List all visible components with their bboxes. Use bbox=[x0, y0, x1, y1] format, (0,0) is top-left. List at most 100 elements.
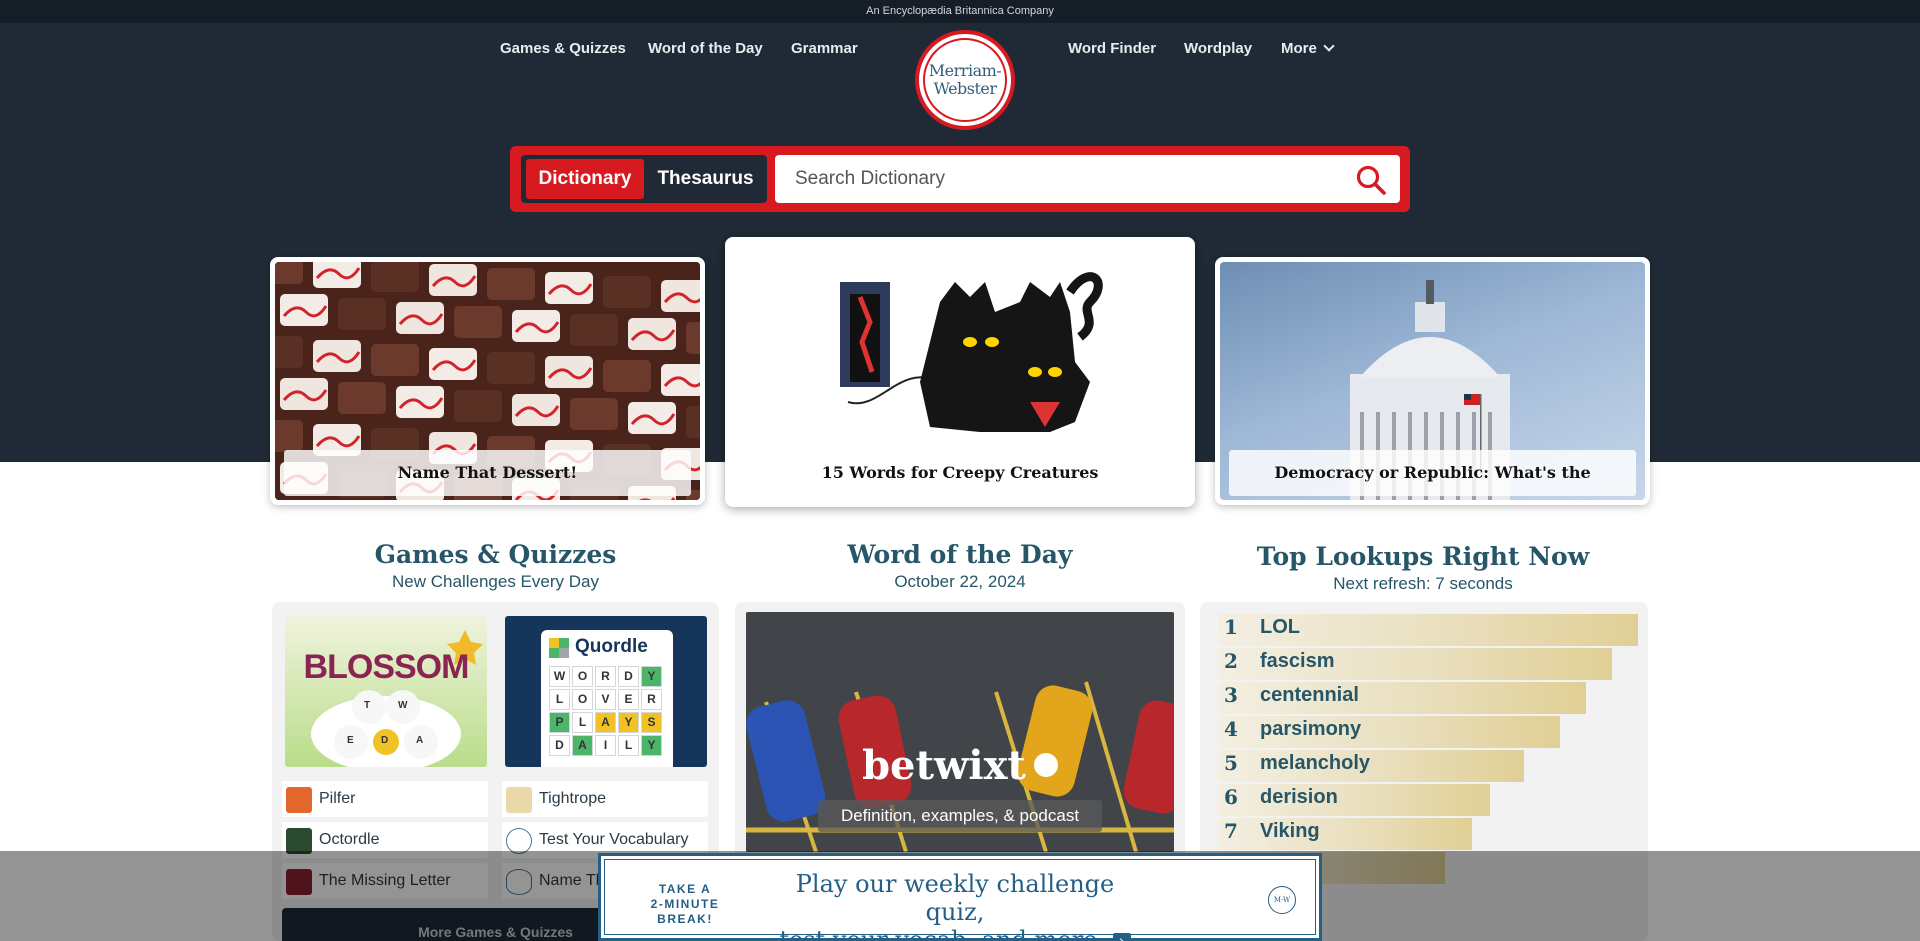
nav-wordplay[interactable]: Wordplay bbox=[1184, 40, 1252, 57]
ad-frame: TAKE A 2-MINUTE BREAK! Play our weekly c… bbox=[604, 859, 1316, 941]
merriam-webster-logo[interactable]: Merriam- Webster bbox=[915, 30, 1015, 130]
quordle-cell: L bbox=[572, 712, 593, 733]
quordle-logo-icon bbox=[549, 638, 569, 658]
lookup-rank: 2 bbox=[1224, 649, 1238, 673]
quordle-cell: P bbox=[549, 712, 570, 733]
pilfer-icon bbox=[286, 787, 312, 813]
lookup-word[interactable]: derision bbox=[1260, 786, 1338, 809]
nav-word-finder[interactable]: Word Finder bbox=[1068, 40, 1156, 57]
feature-caption: Name That Dessert! bbox=[284, 450, 691, 496]
game-link-label: Octordle bbox=[319, 831, 380, 848]
game-link-tightrope[interactable]: Tightrope bbox=[502, 781, 708, 817]
lookup-word[interactable]: Viking bbox=[1260, 820, 1320, 843]
lookup-rank: 6 bbox=[1224, 785, 1238, 809]
ad-left-text: TAKE A 2-MINUTE BREAK! bbox=[625, 882, 745, 927]
feature-caption: 15 Words for Creepy Creatures bbox=[821, 463, 1099, 482]
ad-left-line1: TAKE A bbox=[658, 882, 712, 896]
tightrope-icon bbox=[506, 787, 532, 813]
quordle-cell: A bbox=[572, 735, 593, 756]
britannica-strip: An Encyclopædia Britannica Company bbox=[0, 0, 1920, 23]
speaker-icon[interactable] bbox=[1033, 753, 1058, 777]
wotd-title: Word of the Day bbox=[847, 540, 1073, 569]
lookup-word[interactable]: melancholy bbox=[1260, 752, 1370, 775]
quordle-cell: Y bbox=[641, 666, 662, 687]
blossom-tile[interactable]: BLOSSOM T W E D A bbox=[285, 616, 487, 767]
blossom-letter: W bbox=[398, 700, 408, 711]
game-link-label: Tightrope bbox=[539, 790, 606, 807]
quordle-cell: R bbox=[641, 689, 662, 710]
tab-thesaurus[interactable]: Thesaurus bbox=[649, 159, 762, 199]
ad-main-line1: Play our weekly challenge quiz, bbox=[795, 870, 1115, 926]
quordle-cell: Y bbox=[618, 712, 639, 733]
game-link-label: Test Your Vocabulary bbox=[539, 831, 689, 848]
search-input[interactable] bbox=[775, 155, 1400, 203]
quordle-cell: L bbox=[549, 689, 570, 710]
logo-ring: Merriam- Webster bbox=[923, 38, 1007, 122]
lookup-word[interactable]: centennial bbox=[1260, 684, 1359, 707]
ad-left-line2: 2-MINUTE BREAK! bbox=[650, 897, 720, 926]
feature-caption: Democracy or Republic: What's the differ… bbox=[1229, 450, 1636, 496]
quiz-ad-banner[interactable]: TAKE A 2-MINUTE BREAK! Play our weekly c… bbox=[598, 853, 1322, 941]
lookup-word[interactable]: parsimony bbox=[1260, 718, 1361, 741]
quordle-cell: W bbox=[549, 666, 570, 687]
lookup-word[interactable]: LOL bbox=[1260, 616, 1300, 639]
lookup-rank: 1 bbox=[1224, 615, 1238, 639]
quordle-tile[interactable]: Quordle WORDYLOVERPLAYSDAILY bbox=[505, 616, 707, 767]
lookups-title: Top Lookups Right Now bbox=[1256, 542, 1590, 571]
game-link-label: Pilfer bbox=[319, 790, 356, 807]
logo-line-2: Webster bbox=[933, 79, 997, 98]
lookup-rank: 3 bbox=[1224, 683, 1238, 707]
games-title: Games & Quizzes bbox=[374, 540, 617, 569]
chevron-down-icon bbox=[1323, 40, 1335, 52]
lookups-refresh: Next refresh: 7 seconds bbox=[1333, 574, 1513, 593]
wotd-date: October 22, 2024 bbox=[894, 572, 1026, 591]
quordle-cell: D bbox=[618, 666, 639, 687]
ad-main-line2: test your vocab, and more. bbox=[779, 926, 1105, 941]
quordle-cell: V bbox=[595, 689, 616, 710]
nav-word-of-the-day[interactable]: Word of the Day bbox=[648, 40, 763, 57]
lookup-bar bbox=[1218, 784, 1490, 816]
search-mode-toggle: Dictionary Thesaurus bbox=[521, 155, 767, 203]
quordle-card: Quordle WORDYLOVERPLAYSDAILY bbox=[541, 630, 673, 767]
quordle-cell: O bbox=[572, 666, 593, 687]
quordle-cell: L bbox=[618, 735, 639, 756]
quordle-cell: E bbox=[618, 689, 639, 710]
wotd-image[interactable]: betwixt Definition, examples, & podcast bbox=[746, 612, 1174, 852]
lookup-rank: 7 bbox=[1224, 819, 1238, 843]
mw-seal-icon: M-W bbox=[1268, 886, 1296, 914]
quordle-title: Quordle bbox=[575, 636, 648, 657]
game-link-pilfer[interactable]: Pilfer bbox=[282, 781, 488, 817]
quordle-cell: R bbox=[595, 666, 616, 687]
ad-main-line2-row: test your vocab, and more. › bbox=[765, 926, 1145, 941]
blossom-title: BLOSSOM bbox=[303, 648, 470, 686]
feature-card-creatures[interactable]: 15 Words for Creepy Creatures bbox=[725, 237, 1195, 507]
search-icon[interactable] bbox=[1355, 164, 1387, 196]
ad-main-text: Play our weekly challenge quiz, test you… bbox=[765, 870, 1145, 941]
quordle-cell: D bbox=[549, 735, 570, 756]
quordle-cell: O bbox=[572, 689, 593, 710]
nav-more[interactable]: More bbox=[1281, 40, 1335, 57]
nav-grammar[interactable]: Grammar bbox=[791, 40, 858, 57]
lookup-rank: 4 bbox=[1224, 717, 1238, 741]
lookup-word[interactable]: fascism bbox=[1260, 650, 1335, 673]
blossom-letter: E bbox=[347, 735, 354, 746]
blossom-letter: A bbox=[416, 735, 424, 746]
quordle-cell: I bbox=[595, 735, 616, 756]
games-subtitle: New Challenges Every Day bbox=[392, 572, 599, 591]
blossom-letter: T bbox=[364, 700, 371, 711]
quordle-cell: A bbox=[595, 712, 616, 733]
blossom-letter: D bbox=[381, 735, 389, 746]
nav-games-quizzes[interactable]: Games & Quizzes bbox=[500, 40, 626, 57]
quordle-cell: Y bbox=[641, 735, 662, 756]
wotd-word-row: betwixt bbox=[746, 742, 1174, 789]
search-bar: Dictionary Thesaurus bbox=[510, 146, 1410, 212]
arrow-right-icon[interactable]: › bbox=[1112, 932, 1131, 941]
logo-line-1: Merriam- bbox=[928, 61, 1002, 80]
feature-card-dessert[interactable]: Name That Dessert! bbox=[270, 257, 705, 505]
wotd-word[interactable]: betwixt bbox=[862, 742, 1026, 789]
tab-dictionary[interactable]: Dictionary bbox=[526, 159, 644, 199]
lookup-rank: 5 bbox=[1224, 751, 1238, 775]
wotd-subtitle[interactable]: Definition, examples, & podcast bbox=[818, 800, 1102, 832]
nav-more-label: More bbox=[1281, 40, 1317, 57]
feature-card-democracy[interactable]: Democracy or Republic: What's the differ… bbox=[1215, 257, 1650, 505]
